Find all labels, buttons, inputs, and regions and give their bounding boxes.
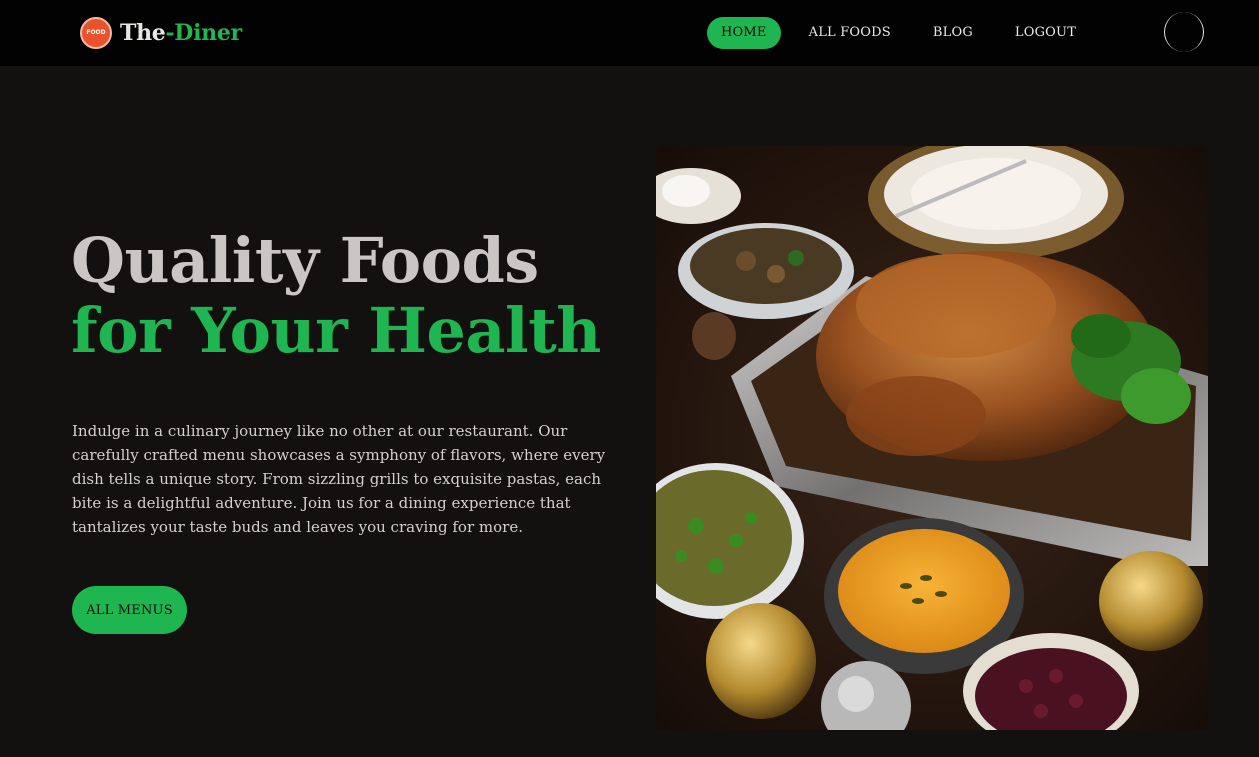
nav-logout[interactable]: LOGOUT (1001, 17, 1090, 49)
hero-food-image (656, 146, 1208, 730)
all-menus-button[interactable]: ALL MENUS (72, 586, 187, 634)
nav-home[interactable]: HOME (707, 17, 781, 49)
nav-all-foods[interactable]: ALL FOODS (795, 17, 905, 49)
main-nav: HOME ALL FOODS BLOG LOGOUT (707, 17, 1104, 49)
brand-logo[interactable]: FOOD The-Diner (80, 16, 242, 50)
navbar: FOOD The-Diner HOME ALL FOODS BLOG LOGOU… (0, 0, 1259, 66)
hero-title: Quality Foods for Your Health (71, 226, 601, 366)
brand-name-part1: The (120, 20, 166, 46)
hero-description: Indulge in a culinary journey like no ot… (72, 422, 606, 536)
brand-name-part2: -Diner (165, 20, 242, 46)
nav-blog[interactable]: BLOG (919, 17, 987, 49)
hero-title-line2: for Your Health (71, 294, 601, 367)
hero-title-line1: Quality Foods (71, 224, 539, 297)
food-badge-icon: FOOD (80, 17, 112, 49)
user-avatar-icon[interactable] (1164, 12, 1204, 52)
brand-name: The-Diner (120, 20, 242, 46)
badge-text: FOOD (86, 29, 106, 36)
